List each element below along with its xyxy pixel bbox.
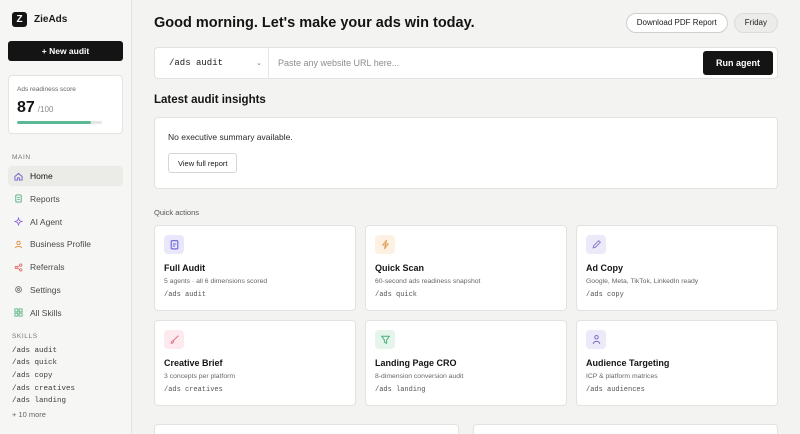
card-command: /ads quick xyxy=(375,291,418,299)
brand-logo: Z xyxy=(12,11,27,27)
share-icon xyxy=(14,263,23,272)
brush-icon xyxy=(164,330,184,349)
sidebar-item-label: Reports xyxy=(30,193,60,204)
sidebar-item-settings[interactable]: Settings xyxy=(8,280,123,300)
card-command: /ads audit xyxy=(164,291,207,299)
agent-bar: /ads audit ⌄ Run agent xyxy=(154,47,778,79)
skill-item[interactable]: /ads creatives xyxy=(12,383,123,396)
bottom-panel-left xyxy=(154,424,459,434)
card-title: Creative Brief xyxy=(164,358,223,368)
skill-item[interactable]: /ads audit xyxy=(12,345,123,358)
app-root: Z ZieAds + New audit Ads readiness score… xyxy=(0,0,800,434)
card-title: Ad Copy xyxy=(586,263,623,273)
sidebar-item-label: AI Agent xyxy=(30,216,63,227)
skills-section-label: SKILLS xyxy=(12,332,38,340)
card-command: /ads landing xyxy=(375,386,426,394)
home-icon xyxy=(14,172,23,181)
sidebar-item-referrals[interactable]: Referrals xyxy=(8,257,123,277)
quick-action-full-audit[interactable]: Full Audit 5 agents · all 6 dimensions s… xyxy=(154,225,356,311)
quick-actions-label: Quick actions xyxy=(154,208,200,217)
new-audit-button[interactable]: + New audit xyxy=(8,41,123,61)
score-row: 87 /100 xyxy=(17,99,114,117)
insights-card: No executive summary available. View ful… xyxy=(154,117,778,189)
quick-actions-grid: Full Audit 5 agents · all 6 dimensions s… xyxy=(154,225,778,406)
card-description: 60-second ads readiness snapshot xyxy=(375,278,481,285)
card-description: 5 agents · all 6 dimensions scored xyxy=(164,278,268,285)
sidebar-item-label: Business Profile xyxy=(30,239,91,250)
sidebar-item-reports[interactable]: Reports xyxy=(8,189,123,209)
card-title: Quick Scan xyxy=(375,263,425,273)
lightning-icon xyxy=(375,235,395,254)
people-icon xyxy=(586,330,606,349)
sidebar-item-ai-agent[interactable]: AI Agent xyxy=(8,212,123,232)
sidebar-item-all-skills[interactable]: All Skills xyxy=(8,303,123,323)
skill-item[interactable]: /ads copy xyxy=(12,370,123,383)
more-skills-link[interactable]: + 10 more xyxy=(12,410,123,419)
skills-list: /ads audit /ads quick /ads copy /ads cre… xyxy=(12,345,123,419)
sidebar-item-home[interactable]: Home xyxy=(8,166,123,186)
card-title: Landing Page CRO xyxy=(375,358,457,368)
quick-action-quick-scan[interactable]: Quick Scan 60-second ads readiness snaps… xyxy=(365,225,567,311)
score-progress-fill xyxy=(17,121,91,124)
main-content: Good morning. Let's make your ads win to… xyxy=(132,0,800,434)
score-value: 87 xyxy=(17,99,35,116)
card-command: /ads audiences xyxy=(586,386,645,394)
readiness-score-card: Ads readiness score 87 /100 xyxy=(8,75,123,134)
card-description: ICP & platform matrices xyxy=(586,373,658,380)
funnel-icon xyxy=(375,330,395,349)
main-nav: Home Reports AI Agent Business Profile R… xyxy=(8,166,123,323)
quick-action-creative-brief[interactable]: Creative Brief 3 concepts per platform /… xyxy=(154,320,356,406)
sidebar-item-business-profile[interactable]: Business Profile xyxy=(8,234,123,254)
insights-title: Latest audit insights xyxy=(154,94,266,106)
person-icon xyxy=(14,240,23,249)
chevron-down-icon: ⌄ xyxy=(256,59,262,67)
sidebar-item-label: All Skills xyxy=(30,307,62,318)
website-url-input[interactable] xyxy=(269,49,703,77)
page-title: Good morning. Let's make your ads win to… xyxy=(154,15,475,31)
gear-icon xyxy=(14,285,23,294)
run-agent-button[interactable]: Run agent xyxy=(703,51,773,75)
card-description: Google, Meta, TikTok, LinkedIn ready xyxy=(586,278,699,285)
command-select-value: /ads audit xyxy=(169,58,224,68)
score-label: Ads readiness score xyxy=(17,86,76,93)
sidebar-item-label: Referrals xyxy=(30,262,65,273)
sparkle-icon xyxy=(13,216,24,227)
score-max: /100 xyxy=(37,105,54,114)
bottom-panel-right xyxy=(473,424,778,434)
sidebar: Z ZieAds + New audit Ads readiness score… xyxy=(0,0,132,434)
quick-action-ad-copy[interactable]: Ad Copy Google, Meta, TikTok, LinkedIn r… xyxy=(576,225,778,311)
card-command: /ads copy xyxy=(586,291,624,299)
download-pdf-button[interactable]: Download PDF Report xyxy=(625,13,728,33)
card-description: 8-dimension conversion audit xyxy=(375,373,464,380)
skill-item[interactable]: /ads quick xyxy=(12,357,123,370)
clipboard-icon xyxy=(164,235,184,254)
sidebar-item-label: Home xyxy=(30,171,53,181)
card-title: Full Audit xyxy=(164,263,206,273)
command-select[interactable]: /ads audit ⌄ xyxy=(155,48,269,78)
card-title: Audience Targeting xyxy=(586,358,670,368)
view-full-report-button[interactable]: View full report xyxy=(168,153,238,173)
document-icon xyxy=(14,194,23,203)
executive-summary-text: No executive summary available. xyxy=(168,132,293,142)
score-progress-bar xyxy=(17,121,102,124)
day-badge[interactable]: Friday xyxy=(733,13,778,33)
card-command: /ads creatives xyxy=(164,386,223,394)
grid-icon xyxy=(14,308,23,317)
main-section-label: MAIN xyxy=(12,154,31,161)
skill-item[interactable]: /ads landing xyxy=(12,395,123,408)
brand[interactable]: Z ZieAds xyxy=(12,10,123,28)
header-actions: Download PDF Report Friday xyxy=(625,13,778,33)
sidebar-item-label: Settings xyxy=(30,284,61,295)
quick-action-landing-page-cro[interactable]: Landing Page CRO 8-dimension conversion … xyxy=(365,320,567,406)
quick-action-audience-targeting[interactable]: Audience Targeting ICP & platform matric… xyxy=(576,320,778,406)
card-description: 3 concepts per platform xyxy=(164,373,236,380)
pen-icon xyxy=(586,235,606,254)
brand-name: ZieAds xyxy=(34,13,68,25)
